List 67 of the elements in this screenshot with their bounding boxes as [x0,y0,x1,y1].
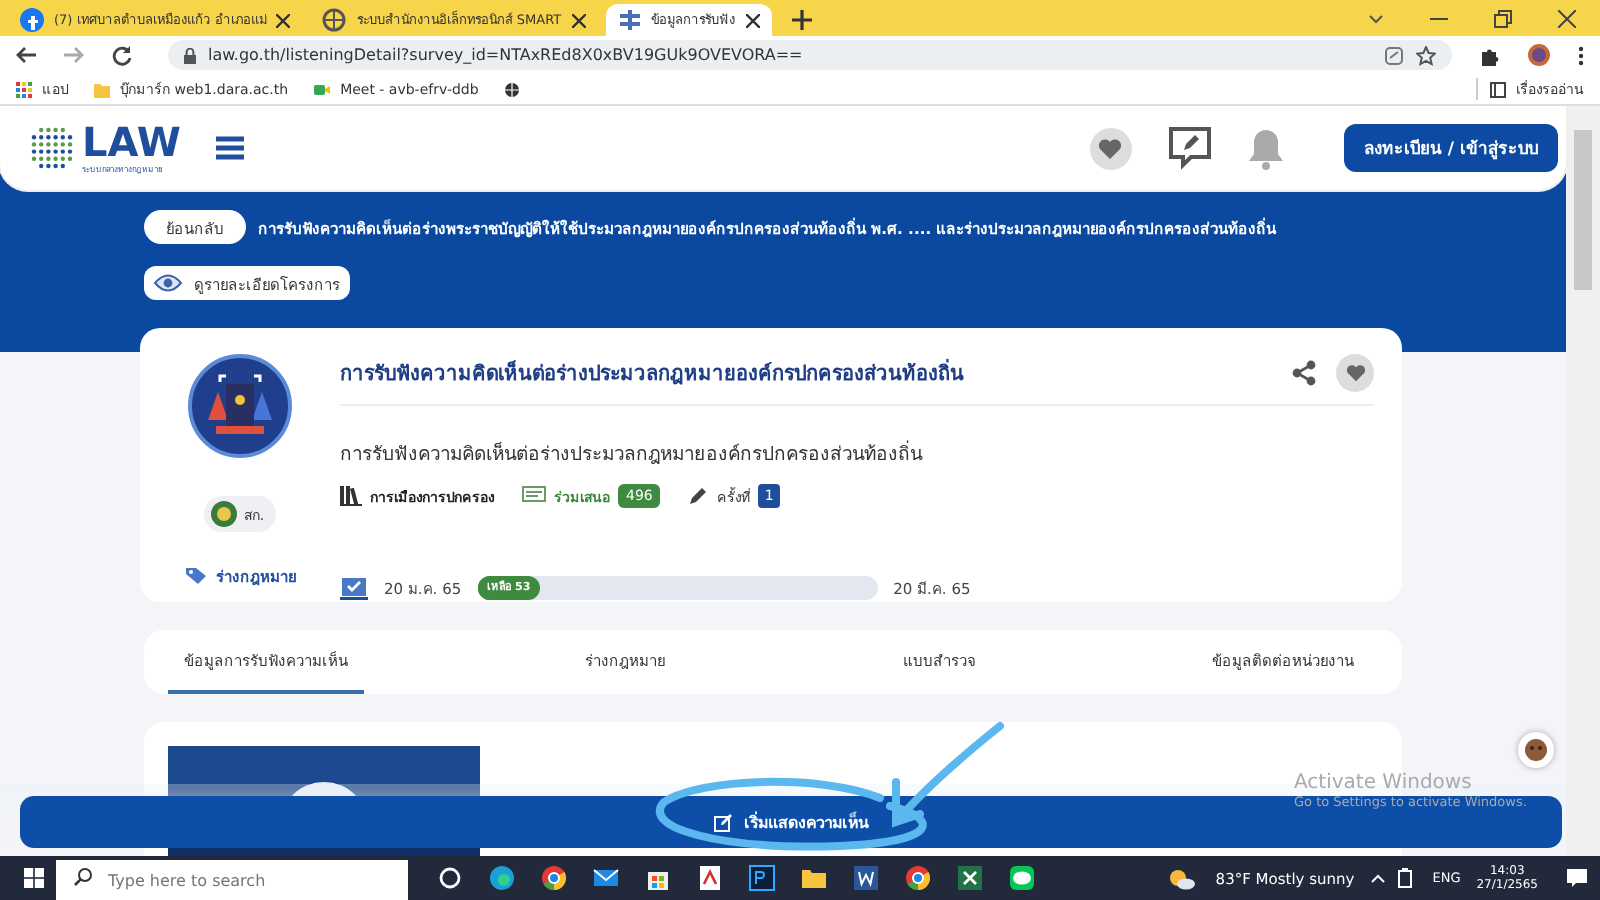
tags-icon [184,566,210,586]
project-title: การรับฟังความคิดเห็นต่อร่างประมวลกฎหมายองค์กรปกครองส่วนท้องถิ่น [340,358,1272,388]
owl-icon [1524,738,1548,762]
spreadsheet-icon[interactable] [956,864,984,892]
share-icon[interactable] [1292,360,1316,386]
share-page-icon[interactable] [1384,45,1404,65]
notification-icon[interactable] [1566,868,1588,888]
chat-board-icon [522,486,546,506]
folder-icon[interactable] [800,864,828,892]
globe-icon [322,8,347,32]
more-options-icon[interactable] [1578,45,1584,65]
chevron-up-icon[interactable] [1370,873,1387,883]
lock-icon [184,47,196,63]
favorite-button[interactable] [1089,127,1132,169]
star-icon[interactable] [1416,45,1436,65]
reading-list-icon [1490,81,1506,97]
scales-emblem-icon [188,354,292,458]
address-bar[interactable]: law.go.th/listeningDetail?survey_id=NTAxREd8X0xBV19GUk9OVEVORA== [168,40,1452,70]
mail-icon[interactable] [592,864,620,892]
photoshop-app-icon[interactable] [748,864,776,892]
assistant-button[interactable] [1518,732,1554,768]
eye-icon [154,274,182,292]
search-icon [74,868,92,886]
back-arrow-icon[interactable] [16,46,36,64]
heart-icon [1345,364,1365,382]
windows-start-icon[interactable] [24,868,44,888]
close-icon[interactable] [571,13,586,27]
minimize-icon[interactable] [1430,17,1448,19]
url-text: law.go.th/listeningDetail?survey_id=NTAxREd8X0xBV19GUk9OVEVORA== [208,46,803,64]
logo-text: LAW [82,121,181,161]
edit-icon [714,813,732,831]
pen-icon [688,486,709,506]
comment-edit-icon[interactable] [1167,126,1212,170]
close-icon[interactable] [745,13,760,27]
chrome-icon[interactable] [904,864,932,892]
new-tab-icon[interactable] [791,10,812,30]
restore-icon[interactable] [1494,9,1512,27]
apps-grid-icon [16,81,32,97]
close-icon[interactable] [1558,9,1576,27]
menu-icon[interactable] [216,136,245,160]
chevron-down-icon[interactable] [1368,13,1384,23]
dotted-globe-icon [30,124,74,172]
scrollbar[interactable] [1566,106,1600,856]
globe-icon[interactable] [504,81,521,97]
books-icon [340,486,362,506]
chrome-icon[interactable] [540,864,568,892]
task-view-icon[interactable] [436,864,464,892]
word-document-icon[interactable] [852,864,880,892]
chat-bubble-icon[interactable] [1008,864,1036,892]
sun-cloud-icon [1167,867,1196,889]
folder-icon [94,81,110,97]
seal-icon [209,500,238,528]
favorite-button[interactable] [1336,354,1374,392]
project-description: การรับฟังความคิดเห็นต่อร่างประมวลกฎหมายองค์กรปกครองส่วนท้องถิ่น [340,438,925,468]
profile-avatar[interactable] [1528,44,1550,66]
reload-icon[interactable] [112,45,132,65]
forward-arrow-icon [64,46,84,64]
video-camera-icon [314,81,331,97]
puzzle-icon[interactable] [1480,45,1500,65]
pdf-document-icon[interactable] [696,864,724,892]
close-icon[interactable] [276,13,291,27]
site-logo-icon [617,8,642,32]
heart-icon [1098,137,1123,159]
login-button[interactable]: ลงทะเบียน / เข้าสู่ระบบ [1343,124,1558,172]
activation-title: Activate Windows [1294,772,1474,794]
taskbar-search-field[interactable]: Type here to search [56,859,408,900]
facebook-icon [20,8,44,32]
